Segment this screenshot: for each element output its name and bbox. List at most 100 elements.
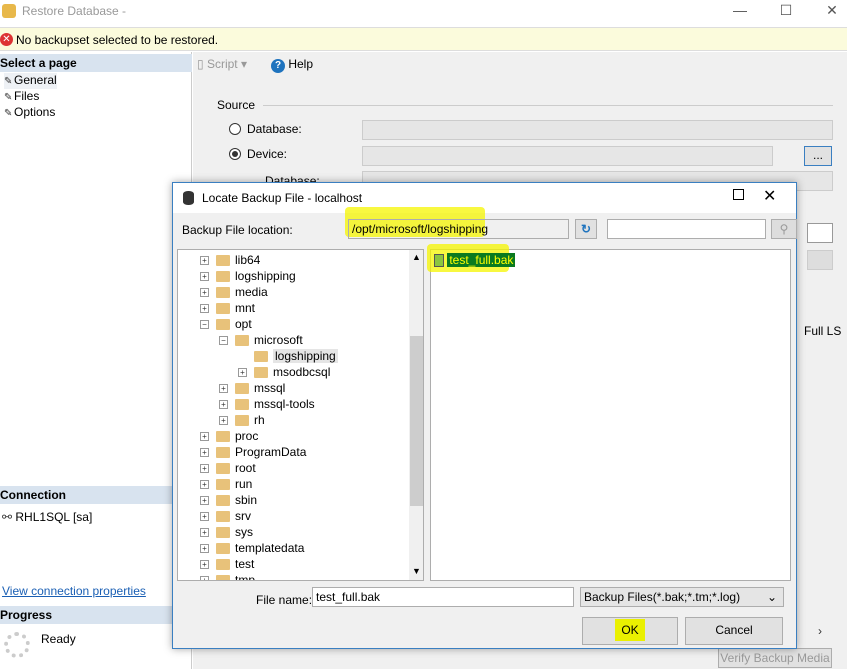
verify-backup-media-button[interactable]: Verify Backup Media [718,648,832,668]
folder-tree[interactable]: ▲ ▼ + lib64 + logshipping + media + mnt − opt − mic… [177,249,424,581]
ok-button[interactable]: OK [582,617,678,645]
collapse-icon[interactable]: − [200,320,209,329]
refresh-icon: ↻ [580,222,592,236]
device-label: Device: [247,147,288,161]
page-label: Files [14,89,40,103]
source-divider [263,105,833,106]
folder-icon [216,447,230,458]
help-button[interactable]: ? Help [271,57,313,73]
tree-node-label: test [235,557,255,571]
folder-icon [235,415,249,426]
page-files[interactable]: ✎ Files [4,89,39,105]
file-type-select[interactable]: Backup Files(*.bak;*.tm;*.log) ⌄ [580,587,784,607]
script-label: Script [206,57,238,71]
expand-icon[interactable]: + [200,560,209,569]
tree-node-label: opt [235,317,252,331]
expand-icon[interactable]: + [238,368,247,377]
expand-icon[interactable]: + [200,544,209,553]
folder-icon [216,303,230,314]
scroll-up-icon[interactable]: ▲ [412,252,421,262]
timeline-button[interactable] [807,250,833,270]
progress-spinner-icon [4,632,30,658]
tree-node-label: root [235,461,256,475]
folder-icon [216,431,230,442]
expand-icon[interactable]: + [200,432,209,441]
tree-node-label: mnt [235,301,256,315]
expand-icon[interactable]: + [219,416,228,425]
tree-node-label: lib64 [235,253,261,267]
maximize-button[interactable]: ☐ [776,2,796,19]
tree-node-label: sys [235,525,253,539]
file-name-input[interactable]: test_full.bak [312,587,574,607]
wrench-icon: ✎ [4,76,13,87]
tree-node-label: media [235,285,268,299]
expand-icon[interactable]: + [200,464,209,473]
tree-scrollbar[interactable]: ▲ ▼ [409,250,423,580]
expand-icon[interactable]: + [200,288,209,297]
expand-icon[interactable]: + [200,304,209,313]
help-label: Help [288,57,314,71]
page-options[interactable]: ✎ Options [4,105,55,121]
expand-icon[interactable]: + [219,384,228,393]
window-title: Restore Database - [22,4,127,18]
source-label: Source [217,98,256,112]
tree-node-label: mssql-tools [254,397,315,411]
tree-node-label: srv [235,509,251,523]
browse-device-button[interactable]: ... [804,146,832,166]
scroll-thumb[interactable] [410,336,423,506]
location-label: Backup File location: [182,223,293,237]
expand-icon[interactable]: + [200,480,209,489]
file-item[interactable]: test_full.bak [434,253,516,269]
folder-icon [235,383,249,394]
close-button[interactable]: ✕ [822,2,842,19]
search-icon: ⚲ [779,222,789,236]
progress-status: Ready [41,632,76,646]
restore-database-icon [2,4,16,18]
dialog-title: Locate Backup File - localhost [202,191,363,205]
folder-icon [216,511,230,522]
scroll-down-icon[interactable]: ▼ [412,566,421,576]
tree-node-label: tmp [235,573,256,581]
dialog-close-button[interactable]: ✕ [763,186,776,206]
error-icon: ✕ [0,33,13,46]
search-button[interactable]: ⚲ [771,219,797,239]
database-radio[interactable] [229,123,241,135]
search-input[interactable] [607,219,766,239]
collapse-icon[interactable]: − [219,336,228,345]
expand-icon[interactable]: + [219,400,228,409]
script-button[interactable]: ▯ Script ▾ [197,57,247,71]
tree-node-label: mssql [254,381,286,395]
folder-icon [216,559,230,570]
folder-icon [216,543,230,554]
expand-icon[interactable]: + [200,512,209,521]
sidebar: Select a page ✎ General ✎ Files ✎ Options C… [0,52,192,669]
tree-node-label: run [235,477,253,491]
dialog-maximize-button[interactable] [733,189,744,200]
database-combo[interactable] [362,120,833,140]
location-input[interactable]: /opt/microsoft/logshipping [348,219,569,239]
expand-icon[interactable]: + [200,272,209,281]
scroll-right-icon[interactable]: › [818,624,822,638]
expand-icon[interactable]: + [200,528,209,537]
expand-icon[interactable]: + [200,448,209,457]
expand-icon[interactable]: + [200,496,209,505]
help-icon: ? [271,59,285,73]
wrench-icon: ✎ [4,92,13,103]
expand-icon[interactable]: + [200,576,209,580]
page-label: Options [14,105,56,119]
page-general[interactable]: ✎ General [4,73,57,89]
wrench-icon: ✎ [4,108,13,119]
script-icon: ▯ [197,57,207,71]
device-field[interactable] [362,146,773,166]
file-list[interactable]: test_full.bak [427,244,791,581]
view-connection-properties-link[interactable]: View connection properties [2,584,146,598]
restore-to-dropdown[interactable] [807,223,833,243]
device-radio[interactable] [229,148,241,160]
expand-icon[interactable]: + [200,256,209,265]
folder-icon [216,287,230,298]
refresh-button[interactable]: ↻ [575,219,597,239]
cancel-button[interactable]: Cancel [685,617,783,645]
folder-icon [235,399,249,410]
minimize-button[interactable]: — [730,2,750,18]
tree-node-label: msodbcsql [273,365,331,379]
